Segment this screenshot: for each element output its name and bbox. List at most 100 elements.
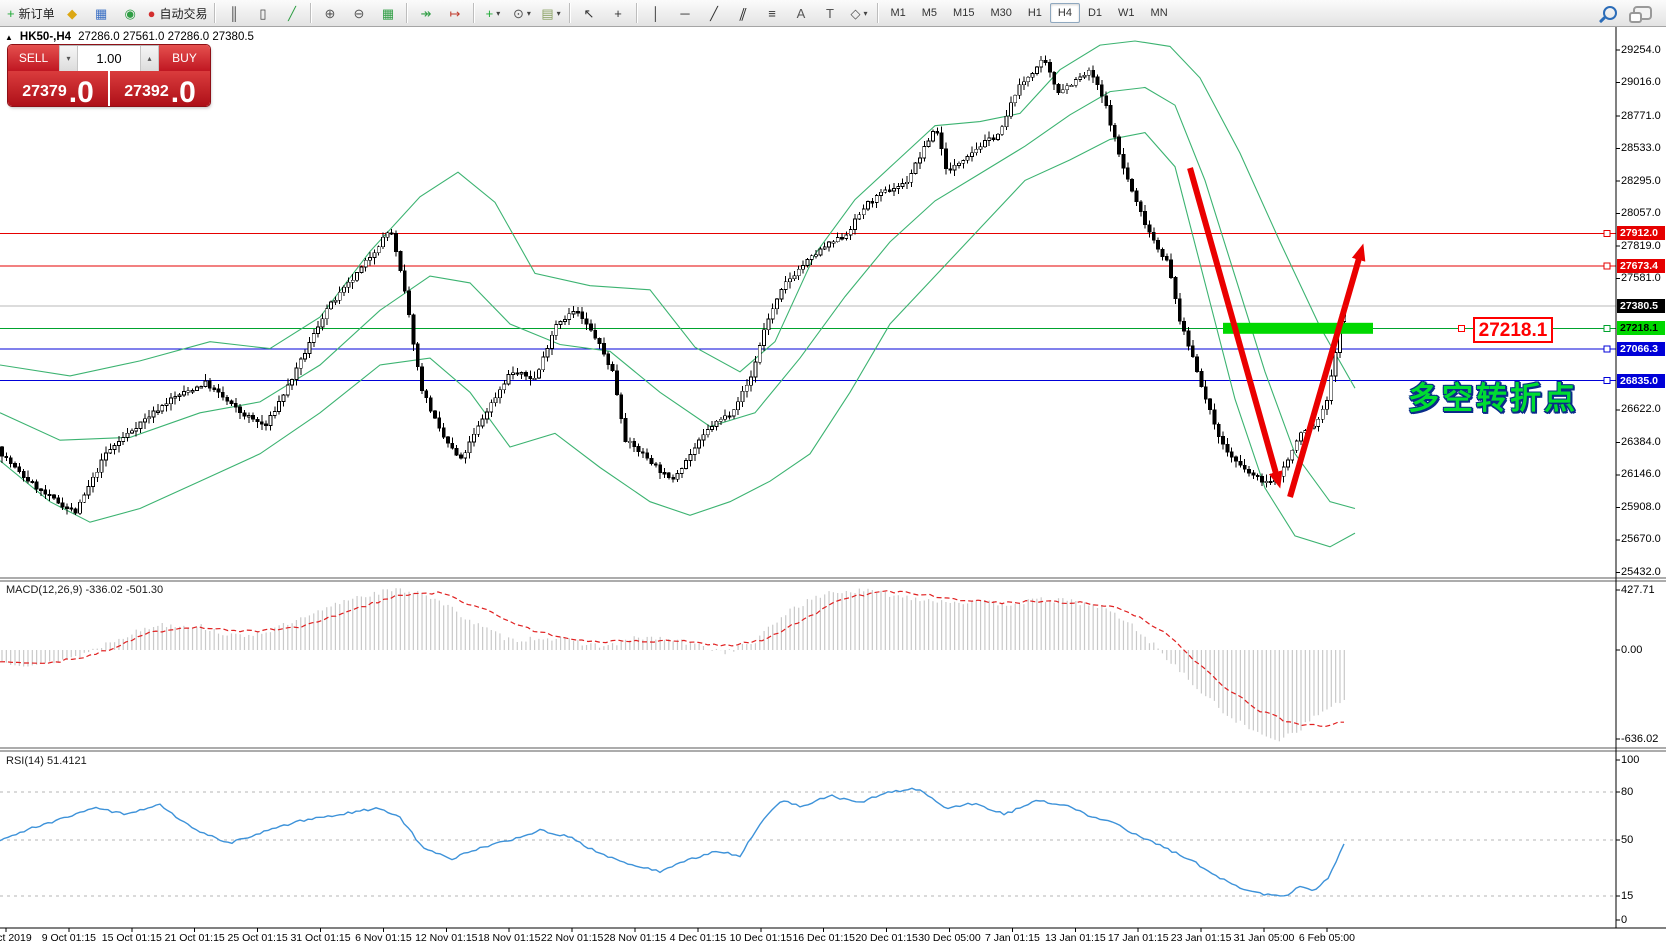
candles: [0, 55, 1347, 516]
data-window-icon-icon: ▦: [94, 5, 108, 21]
trendline-button[interactable]: ╱: [699, 2, 728, 24]
timeframe-button-m1[interactable]: M1: [882, 3, 913, 23]
cursor-icon: ↖: [583, 5, 595, 21]
red-arrow-down[interactable]: [1187, 167, 1283, 489]
buy-price-pips: .0: [170, 75, 196, 106]
macd-pane: [0, 588, 1345, 742]
tile-windows-icon: ▦: [381, 5, 395, 21]
price-callout-box[interactable]: 27218.1: [1473, 317, 1553, 343]
zoom-in-button[interactable]: ⊕: [315, 2, 344, 24]
toolbar-separator: [310, 3, 312, 23]
data-window-icon-button[interactable]: ▦: [87, 2, 116, 24]
crosshair-button[interactable]: +: [603, 2, 632, 24]
text-icon: A: [796, 5, 806, 21]
chevron-down-icon: ▾: [556, 8, 561, 18]
line-handle[interactable]: [1603, 262, 1611, 270]
timeframe-button-w1[interactable]: W1: [1110, 3, 1143, 23]
line-chart-icon: ╱: [288, 5, 296, 21]
text-button[interactable]: A: [786, 2, 815, 24]
vertical-line-button[interactable]: │: [641, 2, 670, 24]
macd-signal-line: [0, 589, 1344, 727]
chat-icon[interactable]: [1629, 6, 1652, 23]
collapse-arrow-icon[interactable]: ▲: [5, 33, 13, 42]
chevron-down-icon: ▾: [496, 8, 501, 18]
rsi-line: [0, 787, 1345, 897]
chinese-annotation: 多空转折点: [1408, 381, 1578, 417]
chart-window: 29254.0 29016.0 28771.0 28533.0 28295.0 28057…: [0, 27, 1666, 947]
periods-icon: ⊙: [513, 5, 524, 21]
toolbar-separator: [406, 3, 408, 23]
rsi-pane: [0, 787, 1345, 897]
timeframe-button-mn[interactable]: MN: [1143, 3, 1176, 23]
auto-trading-button[interactable]: ● 自动交易: [145, 2, 211, 24]
auto-trading-button-label: 自动交易: [159, 6, 208, 21]
channel-icon: ∥: [737, 5, 749, 21]
cursor-button[interactable]: ↖: [574, 2, 603, 24]
auto-trading-icon: ●: [147, 5, 156, 21]
fibonacci-icon: ≡: [768, 5, 776, 21]
toolbar-right: [1597, 6, 1662, 23]
toolbar-separator: [214, 3, 216, 23]
line-handle[interactable]: [1603, 229, 1611, 237]
shapes-button[interactable]: ◇ ▾: [844, 2, 873, 24]
timeframe-button-h4[interactable]: H4: [1049, 3, 1080, 23]
red-arrow-up[interactable]: [1287, 243, 1366, 498]
timeframe-button-m5[interactable]: M5: [914, 3, 945, 23]
timeframe-button-m30[interactable]: M30: [982, 3, 1019, 23]
callout-handle[interactable]: [1458, 325, 1465, 332]
rsi-name: RSI(14): [6, 755, 44, 767]
new-order-button[interactable]: + 新订单: [4, 2, 58, 24]
periods-button[interactable]: ⊙ ▾: [507, 2, 536, 24]
zoom-out-icon: ⊖: [353, 5, 365, 21]
timeframe-button-d1[interactable]: D1: [1080, 3, 1110, 23]
ohlc-bars-button[interactable]: ║: [219, 2, 248, 24]
macd-name: MACD(12,26,9): [6, 584, 83, 596]
crosshair-icon: +: [614, 5, 622, 21]
symbol-period-label: HK50-,H4: [19, 31, 72, 43]
chart-title: ▲ HK50-,H4 27286.0 27561.0 27286.0 27380…: [5, 31, 254, 43]
fibonacci-button[interactable]: ≡: [757, 2, 786, 24]
buy-price-button[interactable]: 27392 .0: [110, 71, 210, 106]
navigator-icon-button[interactable]: ◉: [116, 2, 145, 24]
timeframe-button-h1[interactable]: H1: [1020, 3, 1050, 23]
ohlc-values: 27286.0 27561.0 27286.0 27380.5: [78, 31, 254, 43]
channel-button[interactable]: ∥: [728, 2, 757, 24]
search-icon[interactable]: [1603, 6, 1617, 20]
indicators-button[interactable]: + ▾: [478, 2, 507, 24]
sell-button[interactable]: SELL: [8, 45, 59, 71]
highlight-bar[interactable]: [1223, 322, 1373, 334]
volume-value[interactable]: 1.00: [78, 46, 140, 71]
templates-button[interactable]: ▤ ▾: [536, 2, 565, 24]
level-lines: [0, 232, 1616, 897]
tile-windows-button[interactable]: ▦: [373, 2, 402, 24]
toolbar-separator: [473, 3, 475, 23]
chart-canvas[interactable]: [0, 27, 1666, 947]
indicators-icon: +: [485, 5, 494, 21]
label-button[interactable]: T: [815, 2, 844, 24]
toolbar-buttons: + 新订单 ◆ ▦ ◉ ● 自动交易 ║ ▯ ╱ ⊕ ⊖ ▦ ↠ ↦ + ▾ ⊙ ▾ ▤ ▾ ↖ + │ ─ ╱ ∥ ≡ A T ◇ ▾ M1 M…: [4, 2, 1597, 24]
line-chart-button[interactable]: ╱: [277, 2, 306, 24]
volume-stepper: ▾ 1.00 ▴: [59, 45, 159, 71]
line-handle[interactable]: [1603, 324, 1611, 332]
volume-increase-button[interactable]: ▴: [140, 46, 159, 71]
toolbar-separator: [877, 3, 879, 23]
volume-decrease-button[interactable]: ▾: [59, 46, 78, 71]
line-handle[interactable]: [1603, 345, 1611, 353]
horizontal-line-button[interactable]: ─: [670, 2, 699, 24]
market-watch-icon-icon: ◆: [67, 5, 78, 21]
candlestick-chart-button[interactable]: ▯: [248, 2, 277, 24]
line-handle[interactable]: [1603, 377, 1611, 385]
market-watch-icon-button[interactable]: ◆: [58, 2, 87, 24]
one-click-trading-panel: SELL ▾ 1.00 ▴ BUY 27379 .0 27392 .0: [8, 45, 210, 106]
toolbar-separator: [569, 3, 571, 23]
timeframe-button-m15[interactable]: M15: [945, 3, 982, 23]
buy-button[interactable]: BUY: [159, 45, 210, 71]
toolbar-separator: [636, 3, 638, 23]
chart-shift-button[interactable]: ↦: [440, 2, 469, 24]
sell-price-button[interactable]: 27379 .0: [8, 71, 108, 106]
zoom-out-button[interactable]: ⊖: [344, 2, 373, 24]
sell-price-pips: .0: [68, 75, 94, 106]
candlestick-chart-icon: ▯: [259, 5, 267, 21]
macd-values: -336.02 -501.30: [85, 584, 164, 596]
auto-scroll-button[interactable]: ↠: [411, 2, 440, 24]
